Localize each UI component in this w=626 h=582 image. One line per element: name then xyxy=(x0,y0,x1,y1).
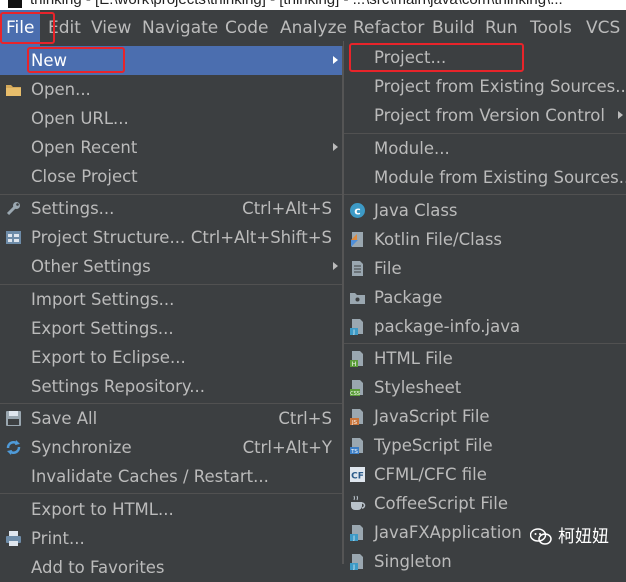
menu-item-settings-repository[interactable]: Settings Repository... xyxy=(0,372,342,401)
new-submenu: Project... Project from Existing Sources… xyxy=(343,41,626,571)
menu-view[interactable]: View xyxy=(85,10,137,46)
menu-analyze[interactable]: Analyze xyxy=(274,10,353,46)
svg-text:CSS: CSS xyxy=(350,391,360,396)
folder-icon xyxy=(6,85,21,96)
watermark: 柯妞妞 xyxy=(530,522,609,552)
javascript-file-icon: JS xyxy=(350,409,363,425)
submenu-arrow-icon xyxy=(618,111,623,119)
menu-item-javascript[interactable]: JS JavaScript File xyxy=(344,402,626,431)
menu-item-settings[interactable]: Settings... Ctrl+Alt+S xyxy=(0,194,342,223)
menu-item-open-url[interactable]: Open URL... xyxy=(0,104,342,133)
save-icon xyxy=(6,411,21,426)
menu-item-new-module[interactable]: Module... xyxy=(344,134,626,163)
svg-text:H: H xyxy=(352,361,357,367)
file-menu: New Open... Open URL... Open Recent Clos… xyxy=(0,46,343,577)
menu-item-open[interactable]: Open... xyxy=(0,75,342,104)
wechat-icon xyxy=(530,528,552,545)
menu-item-project-existing[interactable]: Project from Existing Sources... xyxy=(344,72,626,101)
svg-text:J: J xyxy=(352,329,355,335)
kotlin-file-icon xyxy=(351,232,363,247)
html-file-icon: H xyxy=(350,351,363,367)
menu-navigate[interactable]: Navigate xyxy=(136,10,224,46)
java-file-icon: J xyxy=(350,319,363,335)
menu-item-java-class[interactable]: c Java Class xyxy=(344,196,626,225)
svg-text:J: J xyxy=(352,535,355,541)
package-folder-icon xyxy=(350,293,365,304)
highlight-box-new xyxy=(27,47,125,73)
menu-item-kotlin[interactable]: Kotlin File/Class xyxy=(344,225,626,254)
svg-text:J: J xyxy=(352,564,355,570)
highlight-box-file xyxy=(0,12,55,44)
submenu-arrow-icon xyxy=(333,56,338,64)
menu-item-html-file[interactable]: H HTML File xyxy=(344,344,626,373)
highlight-box-project xyxy=(349,43,524,72)
menu-separator xyxy=(0,493,342,494)
svg-text:CF: CF xyxy=(351,472,364,482)
svg-text:TS: TS xyxy=(350,449,358,454)
project-structure-icon xyxy=(6,231,21,244)
menu-item-file[interactable]: File xyxy=(344,254,626,283)
menu-item-save-all[interactable]: Save All Ctrl+S xyxy=(0,404,342,433)
menu-item-package-info[interactable]: J package-info.java xyxy=(344,312,626,341)
sync-icon xyxy=(6,440,21,455)
menu-item-coffeescript[interactable]: CoffeeScript File xyxy=(344,489,626,518)
menu-item-close-project[interactable]: Close Project xyxy=(0,162,342,191)
menu-item-export-html[interactable]: Export to HTML... xyxy=(0,495,342,524)
menu-item-stylesheet[interactable]: CSS Stylesheet xyxy=(344,373,626,402)
menu-code[interactable]: Code xyxy=(219,10,275,46)
menu-item-typescript[interactable]: TS TypeScript File xyxy=(344,431,626,460)
typescript-file-icon: TS xyxy=(350,438,363,454)
menu-item-open-recent[interactable]: Open Recent xyxy=(0,133,342,162)
menu-separator xyxy=(344,194,626,195)
menu-item-synchronize[interactable]: Synchronize Ctrl+Alt+Y xyxy=(0,433,342,462)
menu-item-project-structure[interactable]: Project Structure... Ctrl+Alt+Shift+S xyxy=(0,223,342,252)
menu-item-invalidate-caches[interactable]: Invalidate Caches / Restart... xyxy=(0,462,342,491)
css-file-icon: CSS xyxy=(350,380,363,396)
svg-text:c: c xyxy=(354,205,361,218)
printer-icon xyxy=(6,531,21,546)
menu-item-module-existing[interactable]: Module from Existing Sources... xyxy=(344,163,626,192)
java-class-icon: c xyxy=(350,203,365,218)
window-title: thinking - [E:\work\projects\thinking] -… xyxy=(30,0,563,8)
menu-item-project-vcs[interactable]: Project from Version Control xyxy=(344,101,626,130)
java-file-icon: J xyxy=(350,554,363,570)
coffee-cup-icon xyxy=(351,495,366,510)
svg-text:JS: JS xyxy=(351,420,358,425)
cfml-file-icon: CF xyxy=(350,467,365,482)
file-icon xyxy=(352,261,363,276)
submenu-arrow-icon xyxy=(333,143,338,151)
watermark-text: 柯妞妞 xyxy=(558,527,609,547)
menu-item-export-eclipse[interactable]: Export to Eclipse... xyxy=(0,343,342,372)
title-bar: thinking - [E:\work\projects\thinking] -… xyxy=(0,0,626,10)
wrench-icon xyxy=(6,202,20,216)
menu-item-other-settings[interactable]: Other Settings xyxy=(0,252,342,281)
menu-item-import-settings[interactable]: Import Settings... xyxy=(0,285,342,314)
submenu-arrow-icon xyxy=(333,262,338,270)
menu-item-print[interactable]: Print... xyxy=(0,524,342,553)
menu-item-package[interactable]: Package xyxy=(344,283,626,312)
menu-item-cfml[interactable]: CF CFML/CFC file xyxy=(344,460,626,489)
javafx-file-icon: J xyxy=(350,525,363,541)
menu-item-export-settings[interactable]: Export Settings... xyxy=(0,314,342,343)
menu-item-add-to-favorites[interactable]: Add to Favorites xyxy=(0,553,342,582)
app-logo-icon xyxy=(8,0,22,8)
